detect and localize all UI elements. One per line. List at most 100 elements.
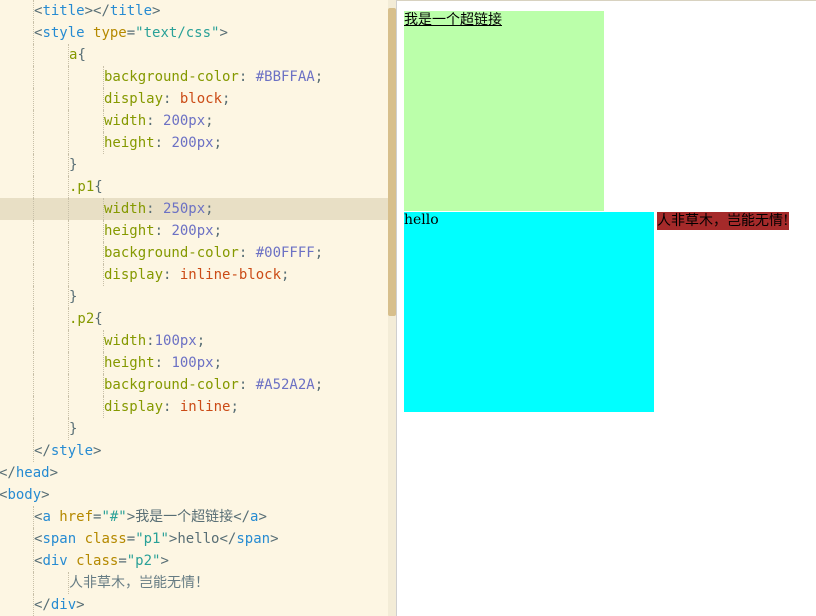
code-line[interactable]: display: inline; xyxy=(0,396,388,418)
code-line[interactable]: </head> xyxy=(0,462,388,484)
code-line[interactable]: a{ xyxy=(0,44,388,66)
code-line[interactable]: <title></title> xyxy=(0,0,388,22)
code-line[interactable]: background-color: #00FFFF; xyxy=(0,242,388,264)
code-token-tag: style xyxy=(50,443,94,459)
code-token-sel: .p2 xyxy=(69,311,95,327)
indent-guide xyxy=(33,572,34,594)
code-token-punc: ; xyxy=(314,377,324,393)
code-token-str: "p2" xyxy=(126,553,161,569)
indent-guide xyxy=(68,110,69,132)
code-lines: <title></title> <style type="text/css"> a{… xyxy=(0,0,388,616)
code-line[interactable]: .p2{ xyxy=(0,308,388,330)
code-line[interactable]: height: 200px; xyxy=(0,220,388,242)
code-token-punc: } xyxy=(69,157,78,173)
code-line[interactable]: <body> xyxy=(0,484,388,506)
code-token-num: 200px xyxy=(163,113,206,129)
indent-guide xyxy=(68,374,69,396)
code-text: a{ xyxy=(69,44,86,66)
indent-guide xyxy=(68,198,69,220)
indent-guide xyxy=(33,308,34,330)
code-token-punc: : xyxy=(238,377,256,393)
code-token-tag: style xyxy=(42,25,94,41)
code-line[interactable]: <span class="p1">hello</span> xyxy=(0,528,388,550)
code-text: .p2{ xyxy=(69,308,103,330)
indent-guide xyxy=(68,220,69,242)
preview-hyperlink[interactable]: 我是一个超链接 xyxy=(404,11,604,211)
code-line[interactable]: } xyxy=(0,286,388,308)
indent-guide xyxy=(68,396,69,418)
indent-guide xyxy=(33,44,34,66)
code-token-tag: div xyxy=(42,553,77,569)
code-token-punc: : xyxy=(238,69,256,85)
code-token-prop: background-color xyxy=(104,377,239,393)
browser-preview: 我是一个超链接 hello 人非草木，岂能无情! xyxy=(397,0,816,616)
code-token-prop: width xyxy=(104,113,147,129)
code-line[interactable]: <style type="text/css"> xyxy=(0,22,388,44)
code-text: background-color: #A52A2A; xyxy=(104,374,323,396)
code-text: </style> xyxy=(34,440,101,462)
code-line[interactable]: width:100px; xyxy=(0,330,388,352)
code-line[interactable]: height: 100px; xyxy=(0,352,388,374)
code-line[interactable]: display: block; xyxy=(0,88,388,110)
code-token-punc: = xyxy=(118,553,127,569)
editor-scrollbar[interactable] xyxy=(388,0,396,616)
code-token-tag: body xyxy=(7,487,42,503)
code-text: .p1{ xyxy=(69,176,103,198)
code-token-prop: display xyxy=(104,91,164,107)
indent-guide xyxy=(68,132,69,154)
code-line[interactable]: <div class="p2"> xyxy=(0,550,388,572)
code-token-punc: ; xyxy=(314,245,324,261)
code-line[interactable]: 人非草木，岂能无情！ xyxy=(0,572,388,594)
code-line[interactable]: .p1{ xyxy=(0,176,388,198)
code-line[interactable]: </div> xyxy=(0,594,388,616)
code-text: } xyxy=(69,154,77,176)
code-token-punc: ; xyxy=(205,201,214,217)
indent-guide xyxy=(33,110,34,132)
code-line[interactable]: height: 200px; xyxy=(0,132,388,154)
code-token-punc: > xyxy=(152,3,161,19)
code-editor[interactable]: <title></title> <style type="text/css"> a{… xyxy=(0,0,388,616)
indent-guide xyxy=(33,330,34,352)
code-text: height: 200px; xyxy=(104,132,222,154)
code-token-punc: > xyxy=(219,25,228,41)
code-line[interactable]: background-color: #BBFFAA; xyxy=(0,66,388,88)
code-token-punc: { xyxy=(94,179,103,195)
code-text: </head> xyxy=(0,462,58,484)
code-token-punc: : xyxy=(163,91,180,107)
code-token-punc: : xyxy=(238,245,256,261)
code-token-punc: { xyxy=(77,47,86,63)
code-token-prop: width xyxy=(104,201,147,217)
code-token-str: "text/css" xyxy=(135,25,220,41)
code-line[interactable]: } xyxy=(0,418,388,440)
code-token-num: #00FFFF xyxy=(255,245,315,261)
code-line[interactable]: } xyxy=(0,154,388,176)
code-token-prop: display xyxy=(104,267,164,283)
code-token-punc: ; xyxy=(213,223,223,239)
editor-scroll-thumb[interactable] xyxy=(388,8,396,316)
code-text: height: 100px; xyxy=(104,352,222,374)
code-line[interactable]: background-color: #A52A2A; xyxy=(0,374,388,396)
code-token-punc: : xyxy=(146,201,164,217)
code-token-punc: ; xyxy=(314,69,324,85)
indent-guide xyxy=(33,132,34,154)
code-text: height: 200px; xyxy=(104,220,222,242)
code-token-num: #BBFFAA xyxy=(255,69,315,85)
code-text: <body> xyxy=(0,484,50,506)
code-line[interactable]: </style> xyxy=(0,440,388,462)
indent-guide xyxy=(33,418,34,440)
code-token-punc: </ xyxy=(233,509,251,525)
code-token-num: #A52A2A xyxy=(255,377,315,393)
code-line[interactable]: display: inline-block; xyxy=(0,264,388,286)
code-line[interactable]: width: 250px; xyxy=(0,198,388,220)
code-token-kw: inline xyxy=(179,399,231,415)
code-token-num: 250px xyxy=(163,201,206,217)
indent-guide xyxy=(33,220,34,242)
code-token-num: 100px xyxy=(154,333,197,349)
indent-guide xyxy=(33,286,34,308)
code-token-prop: width xyxy=(104,333,147,349)
indent-guide xyxy=(68,88,69,110)
code-line[interactable]: width: 200px; xyxy=(0,110,388,132)
code-line[interactable]: <a href="#">我是一个超链接</a> xyxy=(0,506,388,528)
code-text: <title></title> xyxy=(34,0,160,22)
code-text: width:100px; xyxy=(104,330,205,352)
